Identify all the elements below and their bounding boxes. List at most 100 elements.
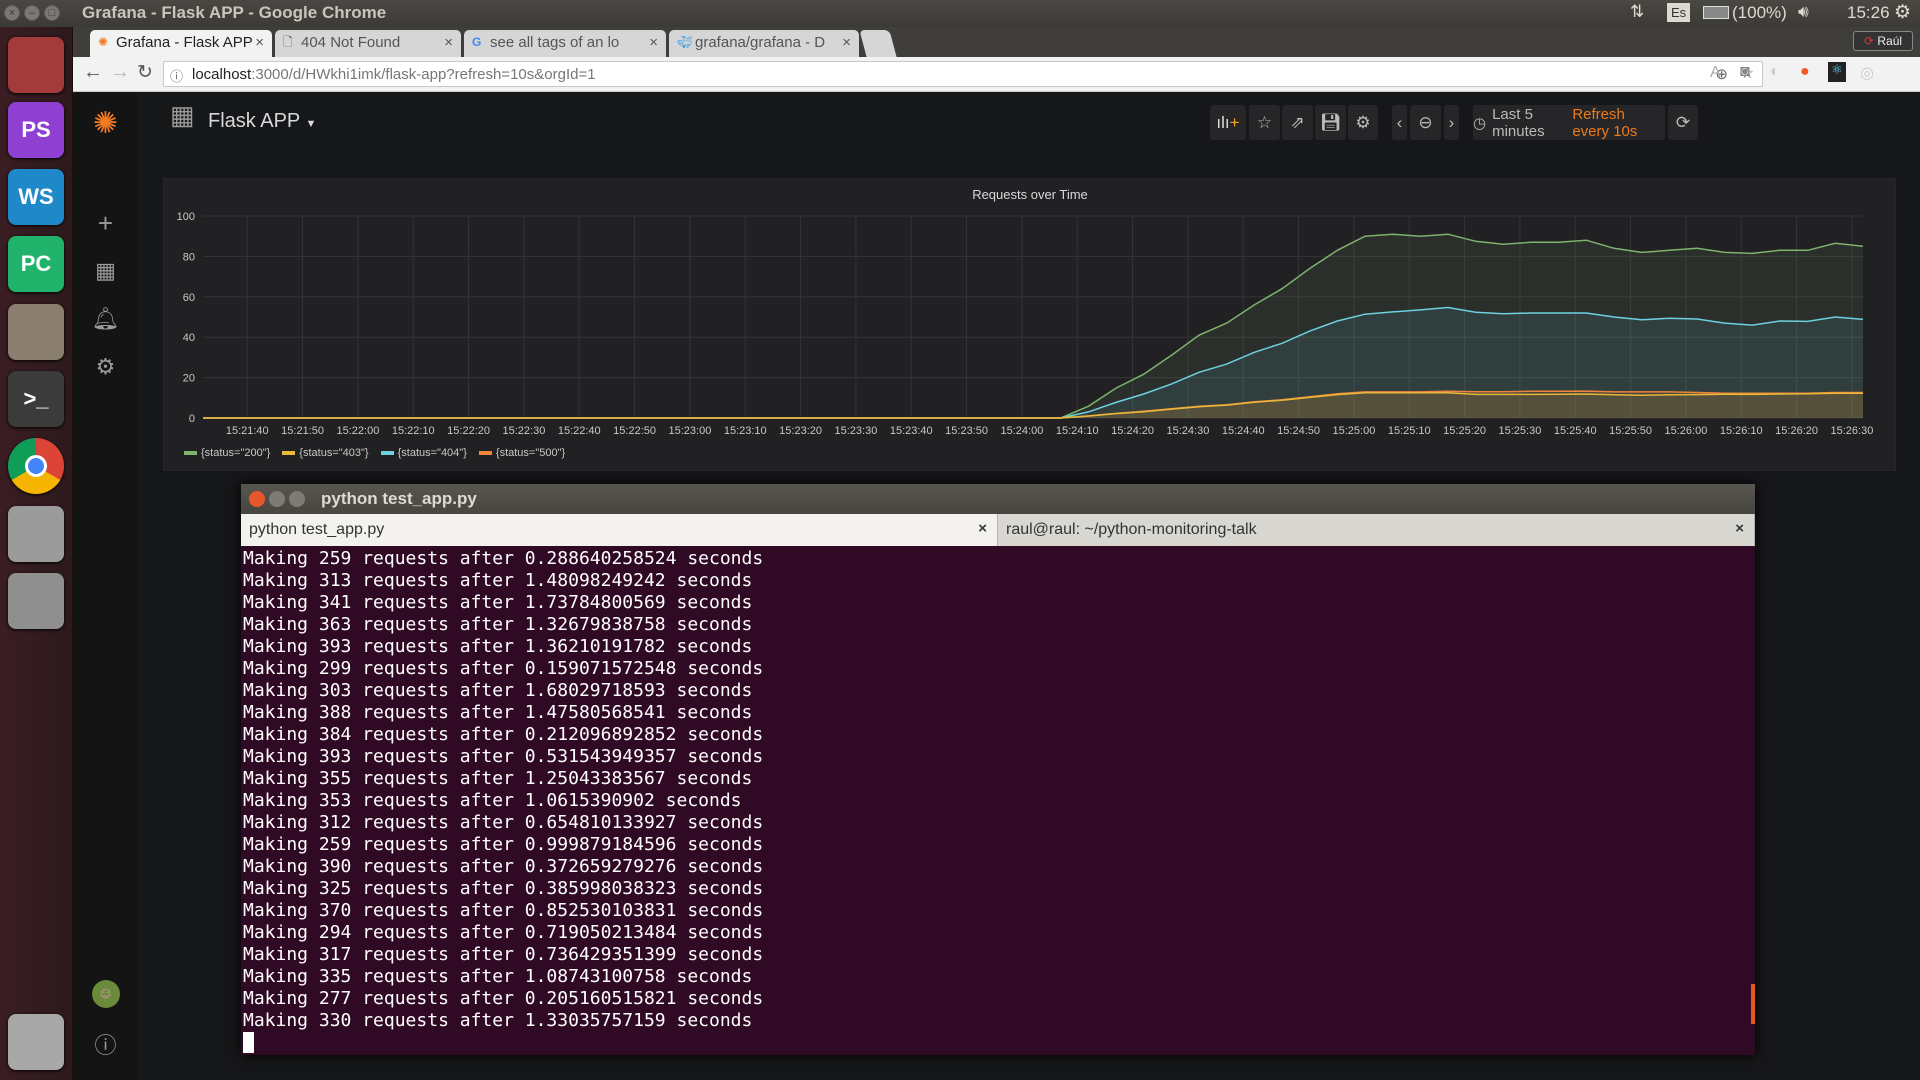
- back-icon[interactable]: ←: [83, 61, 103, 84]
- browser-tab-404[interactable]: 🗋 404 Not Found ×: [275, 30, 461, 57]
- legend-item[interactable]: {status="403"}: [282, 447, 369, 459]
- browser-toolbar: ← → ↻ ⓘ localhost:3000/d/HWkhi1imk/flask…: [73, 57, 1920, 92]
- terminal-maximize-button[interactable]: [289, 491, 305, 507]
- extension-icon[interactable]: ◐: [1770, 63, 1780, 81]
- terminal-line: Making 388 requests after 1.47580568541 …: [243, 702, 753, 723]
- terminal-title-bar[interactable]: python test_app.py: [241, 484, 1755, 514]
- alerting-bell-icon[interactable]: 🔔︎: [73, 306, 138, 332]
- window-maximize-button[interactable]: □: [44, 5, 60, 21]
- create-plus-icon[interactable]: +: [73, 208, 138, 239]
- share-dashboard-button[interactable]: ⇗: [1282, 105, 1313, 140]
- forward-icon[interactable]: →: [110, 61, 130, 84]
- launcher-webstorm-icon[interactable]: WS: [8, 169, 64, 225]
- react-devtools-icon[interactable]: ⚛: [1828, 62, 1846, 82]
- launcher-chrome-icon[interactable]: [8, 438, 64, 494]
- tab-title: raul@raul: ~/python-monitoring-talk: [1006, 521, 1257, 538]
- dashboard-title-dropdown[interactable]: Flask APP ▼: [208, 110, 316, 133]
- legend-item[interactable]: {status="404"}: [380, 447, 467, 459]
- zoom-out-button[interactable]: ⊖: [1410, 105, 1441, 140]
- launcher-pycharm-icon[interactable]: PC: [8, 236, 64, 292]
- keyboard-layout-indicator[interactable]: Es: [1667, 3, 1691, 22]
- tab-title: grafana/grafana - D: [695, 34, 826, 51]
- time-back-button[interactable]: ‹: [1392, 105, 1407, 140]
- window-minimize-button[interactable]: –: [24, 5, 40, 21]
- legend-item[interactable]: {status="500"}: [478, 447, 565, 459]
- gear-icon: ⚙: [1355, 112, 1371, 132]
- battery-icon[interactable]: [1703, 6, 1729, 19]
- url-bar[interactable]: ⓘ localhost:3000/d/HWkhi1imk/flask-app?r…: [163, 61, 1763, 87]
- network-icon[interactable]: ⇅: [1630, 2, 1644, 22]
- configuration-gear-icon[interactable]: ⚙: [73, 354, 138, 380]
- x-tick-label: 15:23:30: [835, 425, 878, 437]
- time-forward-button[interactable]: ›: [1444, 105, 1459, 140]
- dashboards-grid-icon[interactable]: ▦: [73, 258, 138, 284]
- browser-tab-grafana[interactable]: ✺ Grafana - Flask APP ×: [90, 30, 272, 57]
- save-icon: 💾︎: [1319, 112, 1342, 132]
- launcher-system-settings-icon[interactable]: [8, 573, 64, 629]
- angular-extension-icon[interactable]: A: [1710, 64, 1721, 82]
- save-dashboard-button[interactable]: 💾︎: [1315, 105, 1346, 140]
- terminal-tab-python[interactable]: python test_app.py ×: [241, 514, 998, 546]
- tab-close-icon[interactable]: ×: [978, 520, 987, 537]
- terminal-scrollbar[interactable]: [1751, 984, 1755, 1024]
- add-panel-icon: ılı+: [1216, 112, 1240, 132]
- x-tick-label: 15:26:30: [1831, 425, 1874, 437]
- dashboard-settings-button[interactable]: ⚙: [1348, 105, 1378, 140]
- legend-item[interactable]: {status="200"}: [184, 447, 270, 459]
- launcher-ubuntu-dash-icon[interactable]: [8, 37, 64, 93]
- x-tick-label: 15:22:50: [613, 425, 656, 437]
- grafana-logo-icon[interactable]: ✺: [73, 106, 138, 141]
- terminal-tab-shell[interactable]: raul@raul: ~/python-monitoring-talk ×: [998, 514, 1755, 546]
- x-tick-label: 15:25:50: [1609, 425, 1652, 437]
- volume-icon[interactable]: 🔊︎: [1798, 2, 1809, 22]
- x-tick-label: 15:23:20: [779, 425, 822, 437]
- system-top-bar: × – □ Grafana - Flask APP - Google Chrom…: [0, 0, 1920, 27]
- clock[interactable]: 15:26: [1847, 3, 1890, 23]
- window-close-button[interactable]: ×: [4, 5, 20, 21]
- launcher-terminal-icon[interactable]: >_: [8, 371, 64, 427]
- x-tick-label: 15:26:10: [1720, 425, 1763, 437]
- panel-title[interactable]: Requests over Time: [972, 187, 1088, 202]
- zoom-out-icon: ⊖: [1418, 112, 1433, 132]
- screenshot-extension-icon[interactable]: ◙: [1740, 63, 1750, 81]
- tab-close-icon[interactable]: ×: [842, 34, 851, 51]
- dashboard-grid-icon: ▦: [170, 100, 195, 130]
- x-tick-label: 15:22:10: [392, 425, 435, 437]
- add-panel-button[interactable]: ılı+: [1210, 105, 1246, 140]
- x-tick-label: 15:24:20: [1111, 425, 1154, 437]
- ublock-extension-icon[interactable]: ●: [1800, 63, 1810, 81]
- launcher-files-icon[interactable]: [8, 304, 64, 360]
- tab-close-icon[interactable]: ×: [444, 34, 453, 51]
- tab-close-icon[interactable]: ×: [649, 34, 658, 51]
- tab-close-icon[interactable]: ×: [255, 34, 264, 51]
- terminal-line: Making 341 requests after 1.73784800569 …: [243, 592, 753, 613]
- terminal-line: Making 353 requests after 1.0615390902 s…: [243, 790, 742, 811]
- x-tick-label: 15:23:10: [724, 425, 767, 437]
- x-tick-label: 15:25:40: [1554, 425, 1597, 437]
- x-tick-label: 15:23:50: [945, 425, 988, 437]
- y-tick-label: 60: [183, 292, 195, 304]
- help-icon[interactable]: ⓘ: [73, 1028, 138, 1060]
- star-dashboard-button[interactable]: ☆: [1249, 105, 1280, 140]
- new-tab-button[interactable]: [859, 30, 897, 57]
- legend-swatch: [184, 451, 197, 455]
- terminal-minimize-button[interactable]: [269, 491, 285, 507]
- extension-icon[interactable]: ◎: [1860, 63, 1874, 83]
- reload-icon[interactable]: ↻: [137, 61, 153, 84]
- user-avatar[interactable]: ☺: [91, 980, 120, 1008]
- launcher-phpstorm-icon[interactable]: PS: [8, 102, 64, 158]
- refresh-button[interactable]: ⟳: [1668, 105, 1698, 140]
- time-picker-button[interactable]: ◷ Last 5 minutes Refresh every 10s: [1473, 105, 1665, 140]
- terminal-output[interactable]: Making 259 requests after 0.288640258524…: [243, 546, 1751, 1053]
- launcher-camera-icon[interactable]: [8, 506, 64, 562]
- profile-button[interactable]: ⟳ Raúl: [1853, 31, 1914, 51]
- launcher-trash-icon[interactable]: [8, 1014, 64, 1070]
- terminal-close-button[interactable]: [249, 491, 265, 507]
- terminal-line: Making 313 requests after 1.48098249242 …: [243, 570, 753, 591]
- google-icon: G: [472, 35, 482, 49]
- browser-tab-docker[interactable]: 🐳︎ grafana/grafana - D ×: [669, 30, 859, 57]
- tab-close-icon[interactable]: ×: [1735, 520, 1744, 537]
- browser-tab-google[interactable]: G see all tags of an lo ×: [464, 30, 666, 57]
- x-tick-label: 15:23:40: [890, 425, 933, 437]
- power-gear-icon[interactable]: ⚙: [1894, 1, 1911, 24]
